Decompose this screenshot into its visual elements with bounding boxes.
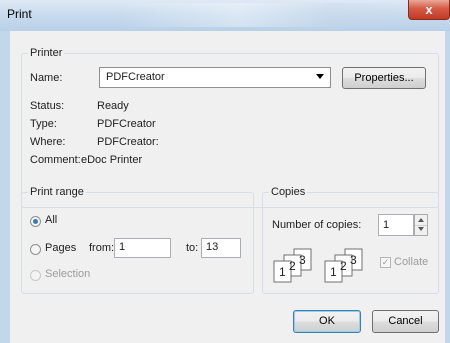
all-label[interactable]: All <box>45 214 57 226</box>
printer-name-label: Name: <box>30 72 63 84</box>
spinner-divider <box>415 225 427 226</box>
type-value: PDFCreator <box>97 118 156 130</box>
ok-button[interactable]: OK <box>293 310 361 333</box>
print-range-legend: Print range <box>30 186 84 198</box>
status-label: Status: <box>30 100 65 112</box>
where-value: PDFCreator: <box>97 136 159 148</box>
collate-label[interactable]: Collate <box>394 256 428 268</box>
close-button[interactable]: x <box>408 0 450 20</box>
collate-pages-icon-2: 3 2 1 <box>324 248 363 283</box>
all-radio[interactable] <box>30 216 41 227</box>
number-of-copies-label: Number of copies: <box>272 219 362 231</box>
page-digit-1: 1 <box>330 265 337 279</box>
to-input[interactable]: 13 <box>201 238 241 258</box>
copies-spinner[interactable] <box>414 214 428 236</box>
dialog-body: Printer Name: PDFCreator Properties... S… <box>10 31 445 343</box>
page-digit-2: 2 <box>289 259 296 273</box>
selection-radio[interactable] <box>30 270 41 281</box>
copies-legend: Copies <box>271 186 306 198</box>
spin-up-icon[interactable] <box>418 218 424 222</box>
title-bar: Print x <box>0 0 450 32</box>
page-digit-1: 1 <box>279 265 286 279</box>
to-label: to: <box>186 242 199 254</box>
title-bar-background <box>120 3 420 27</box>
cancel-button[interactable]: Cancel <box>372 310 439 333</box>
spin-down-icon[interactable] <box>418 227 424 231</box>
from-input[interactable]: 1 <box>114 238 171 258</box>
page-digit-3: 3 <box>299 253 306 267</box>
window-frame-right <box>445 31 450 343</box>
window-title: Print <box>7 7 32 21</box>
page-digit-3: 3 <box>350 253 357 267</box>
printer-legend: Printer <box>30 47 63 59</box>
collate-checkbox[interactable]: ✓ <box>380 257 391 268</box>
printer-name-combo[interactable]: PDFCreator <box>99 67 331 88</box>
pages-label[interactable]: Pages <box>45 242 76 254</box>
printer-name-value: PDFCreator <box>106 71 165 83</box>
properties-button[interactable]: Properties... <box>342 67 426 89</box>
comment-label: Comment: <box>30 154 81 166</box>
comment-value: eDoc Printer <box>81 154 143 166</box>
selection-label[interactable]: Selection <box>45 268 90 280</box>
window-frame-left <box>0 31 10 343</box>
type-label: Type: <box>30 118 57 130</box>
chevron-down-icon <box>316 74 324 79</box>
where-label: Where: <box>30 136 66 148</box>
collate-pages-icon: 3 2 1 <box>273 248 312 283</box>
pages-radio[interactable] <box>30 244 41 255</box>
number-of-copies-input[interactable]: 1 <box>378 214 414 236</box>
page-digit-2: 2 <box>340 259 347 273</box>
from-label: from: <box>89 242 115 254</box>
status-value: Ready <box>97 100 129 112</box>
